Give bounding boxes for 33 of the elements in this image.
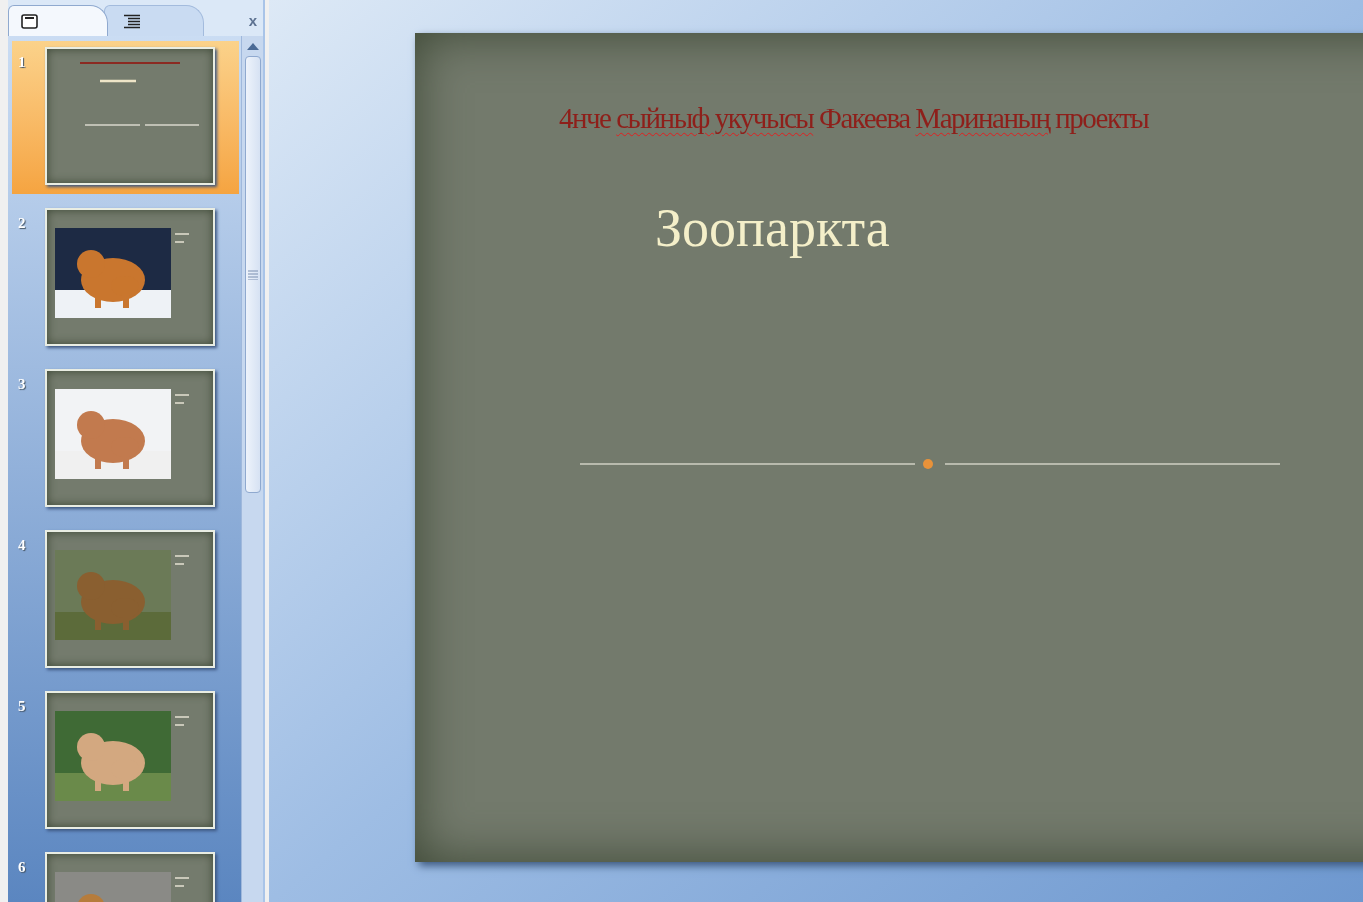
- slide-thumbnail[interactable]: [45, 369, 215, 507]
- slide-number: 4: [18, 536, 27, 555]
- slide-number: 1: [18, 53, 27, 72]
- scrollbar[interactable]: [241, 36, 263, 902]
- slide-thumbnail[interactable]: [45, 208, 215, 346]
- slide-thumbnail-item[interactable]: 4: [12, 524, 239, 677]
- slide-icon: [21, 13, 38, 29]
- slide-subtitle: 4нче сыйныф укучысы Факеева Маринаның проекты: [559, 101, 1149, 136]
- thumbnail-text-lines-drawing: [174, 232, 190, 246]
- slide-thumbnail[interactable]: [45, 691, 215, 829]
- grip-icon: [247, 269, 258, 280]
- slide-number: 2: [18, 214, 27, 233]
- thumbnail-text-lines-drawing: [174, 554, 190, 568]
- slide-thumbnail-item[interactable]: 3: [12, 363, 239, 516]
- scroll-up-icon[interactable]: [246, 42, 259, 50]
- thumbnail-text-lines-drawing: [174, 393, 190, 407]
- thumbnail-text-lines-drawing: [174, 715, 190, 729]
- outline-icon: [123, 13, 141, 29]
- slide-thumbnail[interactable]: [45, 530, 215, 668]
- slide-thumbnail-item[interactable]: 6: [12, 846, 239, 902]
- scrollbar-thumb[interactable]: [244, 56, 261, 493]
- slide-thumbnail-item[interactable]: 2: [12, 202, 239, 355]
- slide-number: 5: [18, 697, 27, 716]
- slide-thumbnail[interactable]: [45, 47, 215, 185]
- slide-thumbnail-item[interactable]: 5: [12, 685, 239, 838]
- slide-thumbnail-item[interactable]: 1: [12, 41, 239, 194]
- slide-number: 6: [18, 858, 27, 877]
- thumbnail-text-lines-drawing: [174, 876, 190, 890]
- panel-tab[interactable]: [104, 5, 204, 36]
- slide-number: 3: [18, 375, 27, 394]
- panel-tab[interactable]: [8, 5, 108, 36]
- close-button[interactable]: x: [248, 13, 257, 28]
- slide-title: Зоопаркта: [655, 197, 890, 260]
